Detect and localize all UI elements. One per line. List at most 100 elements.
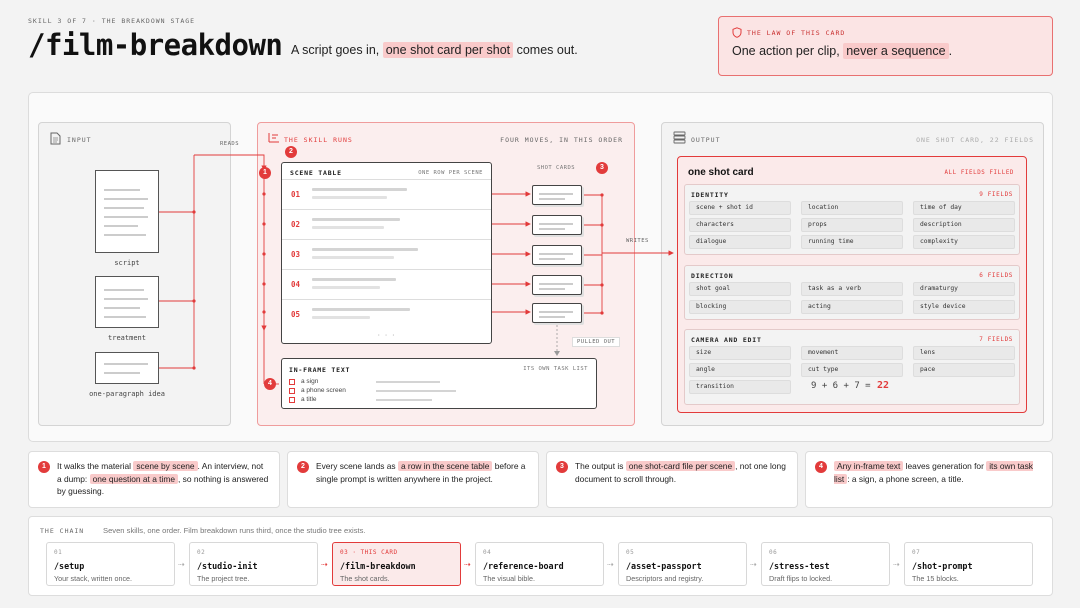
step-index: 01: [54, 549, 63, 556]
note-text-part: : a sign, a phone screen, a title.: [847, 473, 964, 484]
note-text: It walks the material scene by scene. An…: [57, 460, 269, 498]
tagline-post: comes out.: [516, 43, 578, 57]
note-text: The output is one shot-card file per sce…: [575, 460, 787, 485]
note-text-part: Every scene lands as: [316, 461, 398, 471]
note-1: 1 It walks the material scene by scene. …: [28, 451, 280, 508]
inframe-text-box: IN-FRAME TEXT ITS OWN TASK LIST a sign a…: [281, 358, 597, 409]
note-highlight: one question at a time: [89, 473, 179, 484]
scene-row-number: 02: [291, 220, 301, 229]
scene-row: 03: [282, 239, 491, 269]
note-3: 3 The output is one shot-card file per s…: [546, 451, 798, 508]
step-index: 02: [197, 549, 206, 556]
field-chip: location: [801, 201, 903, 215]
field-chip: acting: [801, 300, 903, 314]
field-chip: angle: [689, 363, 791, 377]
step-badge: 2: [285, 146, 297, 158]
chain-step-reference-board[interactable]: 04/reference-board The visual bible.: [475, 542, 604, 586]
step-index: 06: [769, 549, 778, 556]
list-icon: [268, 133, 279, 143]
step-index: 03 · THIS CARD: [340, 549, 398, 556]
note-badge: 3: [556, 461, 568, 473]
shot-card-thumb: [532, 275, 582, 295]
note-2: 2 Every scene lands as a row in the scen…: [287, 451, 539, 508]
scene-table: SCENE TABLE ONE ROW PER SCENE 01 02 03 0…: [281, 162, 492, 344]
step-badge: 4: [264, 378, 276, 390]
law-text-pre: One action per clip,: [732, 44, 840, 58]
chain-description: Seven skills, one order. Film breakdown …: [103, 526, 366, 535]
note-text: Every scene lands as a row in the scene …: [316, 460, 528, 485]
field-chip: running time: [801, 235, 903, 249]
law-text-post: .: [948, 44, 953, 58]
chain-step-studio-init[interactable]: 02/studio-init The project tree.: [189, 542, 318, 586]
step-badge: 1: [259, 167, 271, 179]
chain-step-setup[interactable]: 01/setup Your stack, written once.: [46, 542, 175, 586]
step-badge: 3: [596, 162, 608, 174]
step-description: The 15 blocks.: [912, 574, 959, 583]
field-chip: characters: [689, 218, 791, 232]
scene-row-number: 05: [291, 310, 301, 319]
skill-subtitle: FOUR MOVES, IN THIS ORDER: [500, 136, 623, 144]
note-highlight: scene by scene: [133, 461, 198, 471]
step-command: /studio-init: [197, 561, 258, 571]
shot-card-status: ALL FIELDS FILLED: [944, 170, 1014, 176]
field-group-identity: IDENTITY 9 FIELDS scene + shot id locati…: [684, 184, 1020, 255]
field-group-direction: DIRECTION 6 FIELDS shot goal task as a v…: [684, 265, 1020, 320]
note-text-part: The output is: [575, 461, 626, 471]
group-title: CAMERA AND EDIT: [691, 336, 762, 344]
group-count: 7 FIELDS: [979, 336, 1013, 343]
reads-label: READS: [220, 141, 240, 147]
step-index: 07: [912, 549, 921, 556]
step-command: /stress-test: [769, 561, 830, 571]
checkbox-icon: [289, 397, 295, 403]
chain-arrow-icon: ⇢: [893, 560, 900, 569]
step-description: Descriptors and registry.: [626, 574, 704, 583]
step-index: 04: [483, 549, 492, 556]
scene-row-number: 04: [291, 280, 301, 289]
chain-arrow-icon: ⇢: [750, 560, 757, 569]
inframe-title: IN-FRAME TEXT: [289, 366, 351, 374]
note-text: Any in-frame text leaves generation for …: [834, 460, 1042, 485]
shot-card: one shot card ALL FIELDS FILLED IDENTITY…: [677, 156, 1027, 413]
note-text-part: It walks the material: [57, 461, 134, 471]
script-document: [95, 170, 159, 253]
tagline: A script goes in, one shot card per shot…: [291, 42, 578, 58]
chain-arrow-icon: ⇢: [464, 560, 471, 569]
shield-icon: [732, 27, 742, 38]
field-chip: cut type: [801, 363, 903, 377]
stack-icon: [673, 131, 686, 144]
skill-title: THE SKILL RUNS: [284, 136, 353, 144]
field-chip: pace: [913, 363, 1015, 377]
writes-label: WRITES: [626, 238, 649, 244]
step-description: Your stack, written once.: [54, 574, 133, 583]
field-sum-total: 22: [877, 380, 890, 391]
scene-table-subtitle: ONE ROW PER SCENE: [418, 170, 483, 176]
shot-card-thumb: [532, 245, 582, 265]
note-highlight: Any in-frame text: [834, 461, 904, 471]
page-title: /film-breakdown: [28, 28, 283, 62]
field-chip: scene + shot id: [689, 201, 791, 215]
scene-row: 02: [282, 209, 491, 239]
chain-step-asset-passport[interactable]: 05/asset-passport Descriptors and registr…: [618, 542, 747, 586]
skill-eyebrow: SKILL 3 OF 7 · THE BREAKDOWN STAGE: [28, 17, 196, 25]
document-icon: [50, 132, 61, 145]
field-chip: transition: [689, 380, 791, 394]
chain-label: THE CHAIN: [40, 527, 85, 535]
field-chip: shot goal: [689, 282, 791, 296]
shot-card-title: one shot card: [688, 167, 754, 178]
shot-card-thumb: [532, 303, 582, 323]
chain-step-shot-prompt[interactable]: 07/shot-prompt The 15 blocks.: [904, 542, 1033, 586]
law-text-highlight: never a sequence: [843, 43, 949, 59]
chain-step-stress-test[interactable]: 06/stress-test Draft flips to locked.: [761, 542, 890, 586]
field-chip: task as a verb: [801, 282, 903, 296]
law-eyebrow: THE LAW OF THIS CARD: [747, 29, 846, 37]
step-description: The visual bible.: [483, 574, 535, 583]
step-command: /setup: [54, 561, 85, 571]
field-chip: time of day: [913, 201, 1015, 215]
scene-row: 04: [282, 269, 491, 299]
note-badge: 2: [297, 461, 309, 473]
group-count: 6 FIELDS: [979, 272, 1013, 279]
treatment-document: [95, 276, 159, 328]
chain-step-film-breakdown[interactable]: 03 · THIS CARD/film-breakdown The shot ca…: [332, 542, 461, 586]
field-chip: blocking: [689, 300, 791, 314]
field-chip: props: [801, 218, 903, 232]
